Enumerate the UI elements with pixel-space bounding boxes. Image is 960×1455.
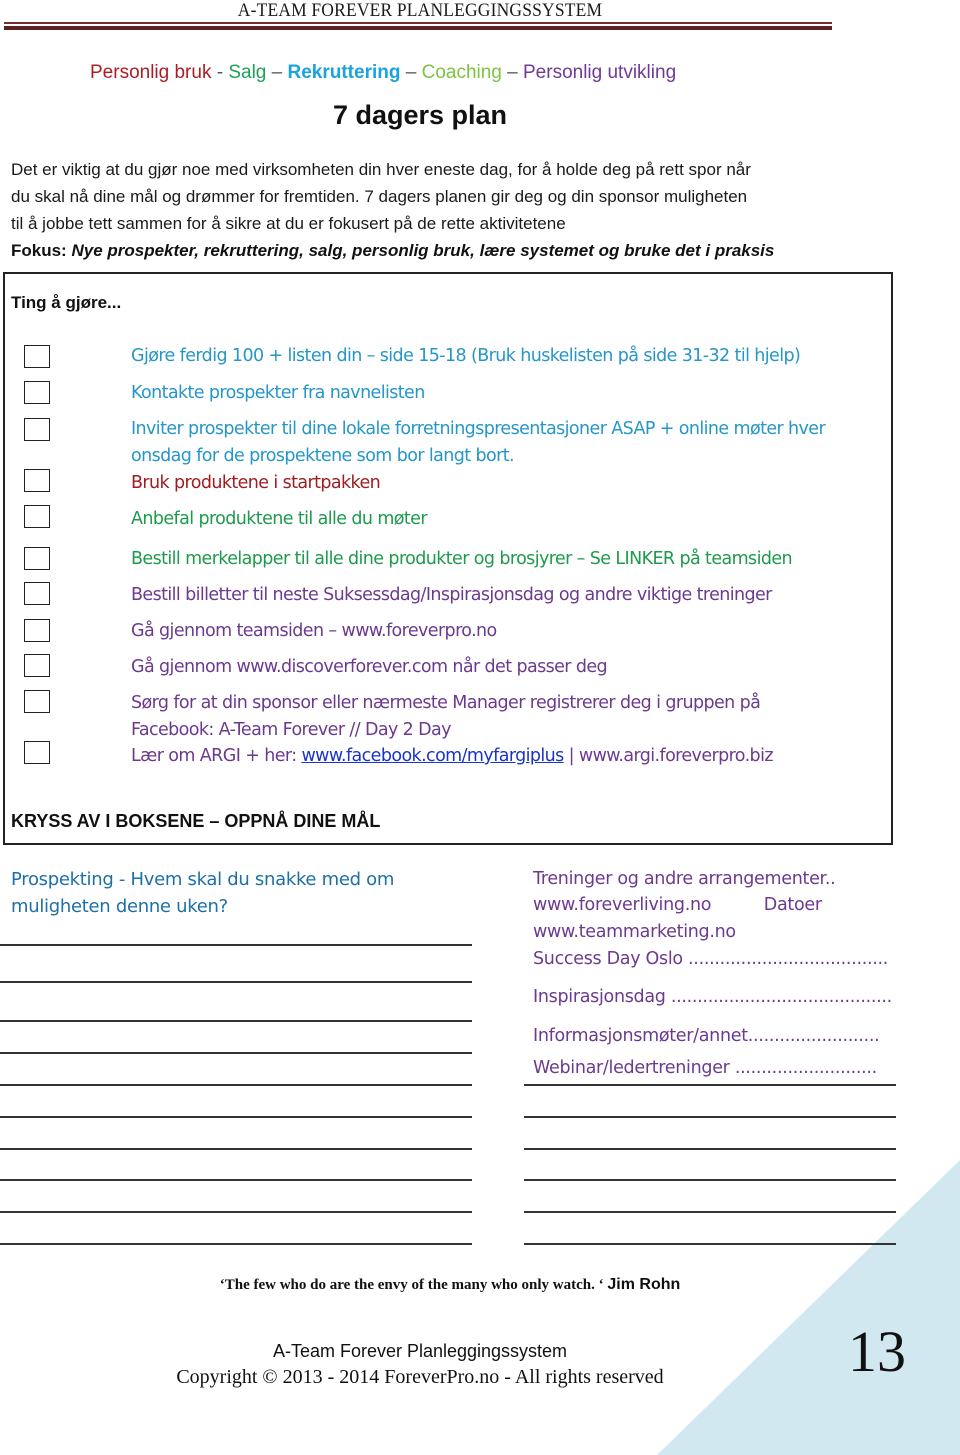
intro-line-2: du skal nå dine mål og drømmer for fremt… <box>11 187 748 206</box>
write-in-line[interactable] <box>0 1148 472 1150</box>
todo-item: Sørg for at din sponsor eller nærmeste M… <box>131 690 761 744</box>
focus-text: Nye prospekter, rekruttering, salg, pers… <box>66 241 775 260</box>
write-in-line[interactable] <box>0 1243 472 1245</box>
header-rule-thin <box>4 22 832 24</box>
footer-system-name: A-Team Forever Planleggingssystem <box>272 1341 568 1361</box>
todo-checkbox[interactable] <box>24 690 50 713</box>
todo-checkbox[interactable] <box>24 582 50 605</box>
todo-checkbox[interactable] <box>24 741 50 764</box>
todo-checkbox[interactable] <box>24 619 50 642</box>
trainings-row-success-day: Success Day Oslo .......................… <box>533 949 889 969</box>
write-in-line[interactable] <box>0 981 472 983</box>
write-in-line[interactable] <box>0 1211 472 1213</box>
focus-statement: Fokus: Nye prospekter, rekruttering, sal… <box>11 241 774 261</box>
todo-checkbox[interactable] <box>24 505 50 528</box>
todo-item: Gå gjennom teamsiden – www.foreverpro.no <box>131 618 497 645</box>
document-header-title: A-TEAM FOREVER PLANLEGGINGSSYSTEM <box>237 0 603 21</box>
write-in-line[interactable] <box>0 1052 472 1054</box>
todo-checkbox[interactable] <box>24 547 50 570</box>
todo-item-line: onsdag for de prospektene som bor langt … <box>131 446 515 466</box>
todo-item-line: Gjøre ferdig 100 + listen din – side 15-… <box>131 346 801 366</box>
todo-item-line: Gå gjennom teamsiden – www.foreverpro.no <box>131 621 497 641</box>
todo-checkbox[interactable] <box>24 345 50 368</box>
intro-line-1: Det er viktig at du gjør noe med virksom… <box>11 160 751 179</box>
write-in-line[interactable] <box>0 1116 472 1118</box>
todo-item-line: Sørg for at din sponsor eller nærmeste M… <box>131 693 761 713</box>
todo-item: Inviter prospekter til dine lokale forre… <box>131 416 826 470</box>
todo-checkbox[interactable] <box>24 654 50 677</box>
prospecting-prompt: Prospekting - Hvem skal du snakke med om… <box>11 866 394 920</box>
trainings-row-foreverliving: www.foreverliving.no Datoer <box>533 895 822 915</box>
tagline-segment: Rekruttering <box>287 62 401 83</box>
write-in-line[interactable] <box>524 1148 896 1150</box>
tagline-segment: Personlig utvikling <box>523 62 677 83</box>
todo-item-line: Facebook: A-Team Forever // Day 2 Day <box>131 720 452 740</box>
prospecting-line-1: Prospekting - Hvem skal du snakke med om <box>11 869 395 890</box>
write-in-line[interactable] <box>524 1084 896 1086</box>
write-in-line[interactable] <box>524 1116 896 1118</box>
page-number: 13 <box>848 1319 906 1384</box>
quote: ‘The few who do are the envy of the many… <box>0 1276 900 1294</box>
todo-item: Kontakte prospekter fra navnelisten <box>131 380 425 407</box>
todo-footer: KRYSS AV I BOKSENE – OPPNÅ DINE MÅL <box>11 811 381 831</box>
prospecting-line-2: muligheten denne uken? <box>11 896 228 917</box>
footer-copyright: Copyright © 2013 - 2014 ForeverPro.no - … <box>176 1366 664 1388</box>
write-in-line[interactable] <box>524 1179 896 1181</box>
write-in-line[interactable] <box>524 1243 896 1245</box>
tagline-segment: – <box>501 62 523 83</box>
todo-item: Gå gjennom www.discoverforever.com når d… <box>131 654 608 681</box>
write-in-line[interactable] <box>0 1084 472 1086</box>
todo-heading: Ting å gjøre... <box>11 293 122 312</box>
todo-checkbox[interactable] <box>24 418 50 441</box>
todo-item: Gjøre ferdig 100 + listen din – side 15-… <box>131 343 801 370</box>
todo-item: Bestill billetter til neste Suksessdag/I… <box>131 582 772 609</box>
todo-item: Bruk produktene i startpakken <box>131 470 381 497</box>
tagline: Personlig bruk - Salg – Rekruttering – C… <box>90 62 676 84</box>
todo-item-line: Inviter prospekter til dine lokale forre… <box>131 419 826 439</box>
trainings-row-webinar: Webinar/ledertreninger .................… <box>533 1058 877 1078</box>
page-title: 7 dagers plan <box>332 100 508 130</box>
write-in-line[interactable] <box>0 1020 472 1022</box>
header-rule-thick <box>4 26 832 30</box>
todo-item: Lær om ARGI + her: www.facebook.com/myfa… <box>131 743 774 770</box>
todo-item-prefix: Lær om ARGI + her: <box>131 746 302 766</box>
todo-item-line: Bestill billetter til neste Suksessdag/I… <box>131 585 772 605</box>
todo-item-line: Bruk produktene i startpakken <box>131 473 381 493</box>
focus-label: Fokus: <box>11 241 67 260</box>
tagline-segment: Personlig bruk <box>90 62 212 83</box>
trainings-row-inspirasjonsdag: Inspirasjonsdag ........................… <box>533 987 892 1007</box>
todo-item: Bestill merkelapper til alle dine produk… <box>131 546 793 573</box>
todo-item-line: Kontakte prospekter fra navnelisten <box>131 383 425 403</box>
write-in-line[interactable] <box>0 1179 472 1181</box>
intro-line-3: til å jobbe tett sammen for å sikre at d… <box>11 214 566 233</box>
todo-item-line: Gå gjennom www.discoverforever.com når d… <box>131 657 608 677</box>
tagline-segment: – <box>400 62 422 83</box>
trainings-heading: Treninger og andre arrangementer.. <box>533 869 836 889</box>
trainings-row-informasjonsmoter: Informasjonsmøter/annet.................… <box>533 1026 880 1046</box>
tagline-segment: – <box>266 62 288 83</box>
tagline-segment: Salg <box>228 62 267 83</box>
write-in-line[interactable] <box>524 1211 896 1213</box>
todo-item-line: Anbefal produktene til alle du møter <box>131 509 428 529</box>
todo-checkbox[interactable] <box>24 469 50 492</box>
todo-item-line: Bestill merkelapper til alle dine produk… <box>131 549 793 569</box>
write-in-line[interactable] <box>0 944 472 946</box>
todo-checkbox[interactable] <box>24 381 50 404</box>
trainings-row-teammarketing: www.teammarketing.no <box>533 922 736 942</box>
todo-item: Anbefal produktene til alle du møter <box>131 506 428 533</box>
facebook-link[interactable]: www.facebook.com/myfargiplus <box>301 746 564 766</box>
quote-author: Jim Rohn <box>607 1276 681 1293</box>
quote-text: ‘The few who do are the envy of the many… <box>219 1277 608 1293</box>
todo-item-suffix: | www.argi.foreverpro.biz <box>563 746 774 766</box>
tagline-segment: Coaching <box>421 62 502 83</box>
tagline-segment: - <box>211 62 229 83</box>
